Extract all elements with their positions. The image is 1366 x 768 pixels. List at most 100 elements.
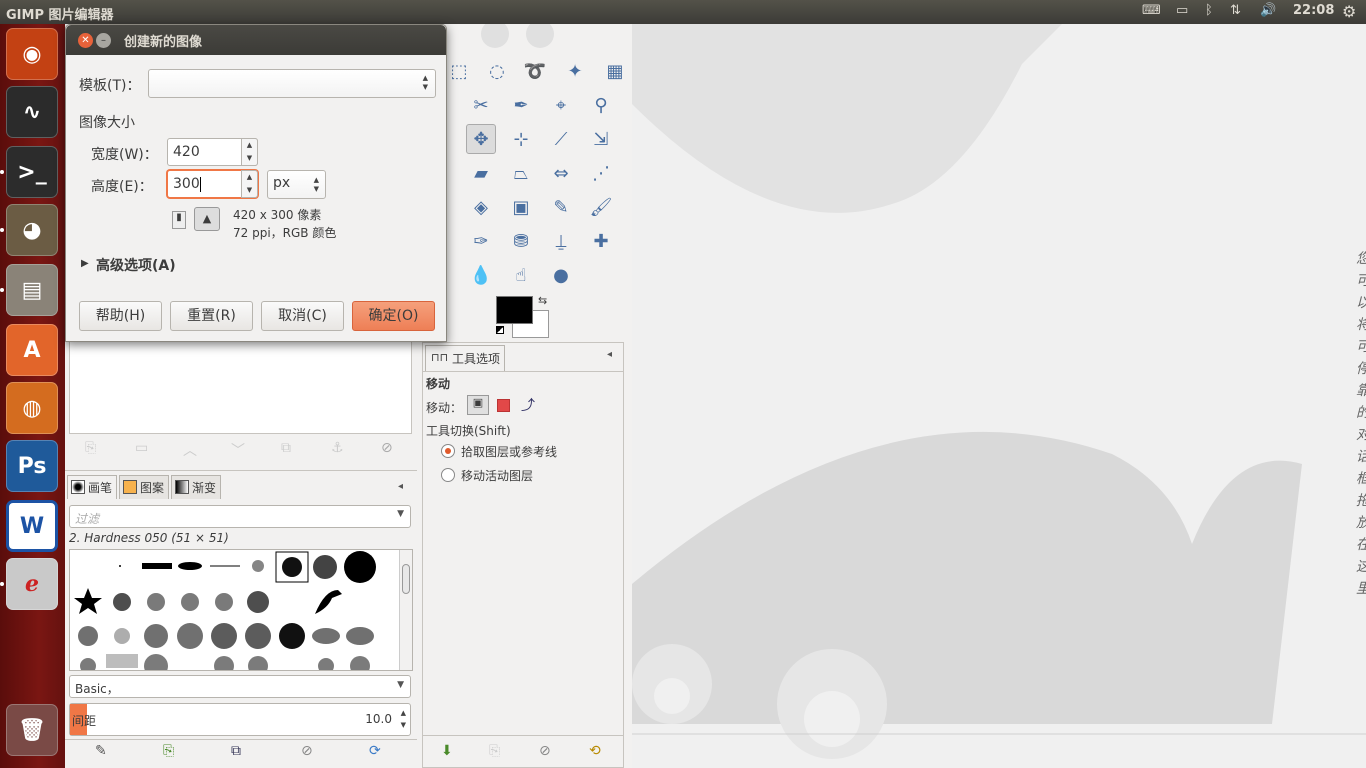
panel-menu-icon[interactable]: ◂ (607, 349, 612, 360)
lower-layer-icon[interactable]: ﹀ (231, 440, 245, 460)
pick-layer-radio[interactable] (441, 444, 455, 458)
cancel-button[interactable]: 取消(C) (261, 301, 344, 331)
new-brush-icon[interactable]: ⎘ (163, 743, 174, 759)
delete-layer-icon[interactable]: ⊘ (381, 440, 393, 456)
battery-icon[interactable]: ▭ (1176, 3, 1188, 18)
network-icon[interactable]: ⇅ (1230, 3, 1241, 18)
ink-icon[interactable]: ⛃ (506, 226, 536, 256)
bluetooth-icon[interactable]: ᛒ (1205, 3, 1213, 18)
delete-brush-icon[interactable]: ⊘ (301, 743, 313, 759)
landscape-icon[interactable]: ▲ (194, 207, 220, 231)
height-input[interactable]: 300 ▲ ▼ (167, 170, 258, 198)
help-button[interactable]: 帮助(H) (79, 301, 162, 331)
brush-tag-entry[interactable]: Basic， ▼ (69, 675, 411, 698)
zoom-icon[interactable]: ⚲ (586, 90, 616, 120)
tab-patterns[interactable]: 图案 (119, 475, 169, 499)
brush-filter-input[interactable]: 过滤 ▼ (69, 505, 411, 528)
keyboard-icon[interactable]: ⌨ (1142, 3, 1161, 18)
reset-options-icon[interactable]: ⟲ (589, 743, 601, 759)
move-selection-icon[interactable] (497, 399, 510, 412)
restore-options-icon[interactable]: ⎘ (489, 743, 500, 759)
paintbrush-icon[interactable]: 🖌 (586, 192, 616, 222)
color-select-icon[interactable]: ▦ (600, 56, 630, 86)
reset-button[interactable]: 重置(R) (170, 301, 253, 331)
raise-layer-icon[interactable]: ︿ (183, 440, 197, 460)
new-layer-group-icon[interactable]: ▭ (135, 440, 148, 456)
volume-icon[interactable]: 🔊 (1260, 3, 1276, 18)
airbrush-icon[interactable]: ✑ (466, 226, 496, 256)
move-layer-icon[interactable]: ▣ (467, 395, 489, 415)
spacing-stepper-icon[interactable]: ▲ ▼ (401, 707, 406, 731)
move-tool-icon[interactable]: ✥ (466, 124, 496, 154)
ellipse-select-icon[interactable]: ◌ (482, 56, 512, 86)
duplicate-brush-icon[interactable]: ⧉ (231, 743, 241, 759)
launcher-gimp-icon[interactable]: ◕ (6, 204, 58, 256)
minimize-icon[interactable]: – (96, 33, 111, 48)
scrollbar-thumb[interactable] (402, 564, 410, 594)
clock[interactable]: 22:08 (1293, 3, 1334, 18)
launcher-trash-icon[interactable]: 🗑 (6, 704, 58, 756)
launcher-photoshop-icon[interactable]: Ps (6, 440, 58, 492)
free-select-icon[interactable]: ➰ (520, 56, 550, 86)
paths-icon[interactable]: ✒ (506, 90, 536, 120)
clone-icon[interactable]: ⍊ (546, 226, 576, 256)
launcher-ubuntu-dash-icon[interactable]: ◉ (6, 28, 58, 80)
launcher-software-center-icon[interactable]: A (6, 324, 58, 376)
launcher-system-monitor-icon[interactable]: ∿ (6, 86, 58, 138)
launcher-files-icon[interactable]: ▤ (6, 264, 58, 316)
dodge-icon[interactable]: ● (546, 260, 576, 290)
edit-brush-icon[interactable]: ✎ (95, 743, 107, 759)
tab-tool-options[interactable]: ⊓⊓ 工具选项 (425, 345, 505, 371)
crop-icon[interactable]: ⟋ (546, 124, 576, 154)
settings-gear-icon[interactable]: ⚙ (1342, 2, 1356, 21)
tab-gradients[interactable]: 渐变 (171, 475, 221, 499)
fuzzy-select-icon[interactable]: ✦ (560, 56, 590, 86)
foreground-color-swatch[interactable] (496, 296, 533, 324)
width-stepper-icon[interactable]: ▲ ▼ (241, 138, 258, 166)
spacing-slider[interactable]: 间距 10.0 ▲ ▼ (69, 703, 411, 736)
refresh-brushes-icon[interactable]: ⟳ (369, 743, 381, 759)
launcher-wps-writer-icon[interactable]: W (6, 500, 58, 552)
anchor-layer-icon[interactable]: ⚓ (331, 440, 344, 456)
color-picker-icon[interactable]: ⌖ (546, 90, 576, 120)
ok-button[interactable]: 确定(O) (352, 301, 435, 331)
pencil-icon[interactable]: ✎ (546, 192, 576, 222)
tab-brushes[interactable]: 画笔 (67, 475, 117, 499)
close-icon[interactable]: ✕ (78, 33, 93, 48)
rect-select-icon[interactable]: ⬚ (444, 56, 474, 86)
brush-grid[interactable] (69, 549, 413, 671)
chevron-down-icon[interactable]: ▼ (397, 509, 404, 519)
brush-grid-scrollbar[interactable] (399, 550, 412, 670)
move-path-icon[interactable]: ⤴ (521, 395, 535, 415)
bucket-fill-icon[interactable]: ◈ (466, 192, 496, 222)
portrait-icon[interactable]: ▮ (172, 211, 186, 229)
template-combo[interactable]: ▲ ▼ (148, 69, 436, 98)
blur-icon[interactable]: 💧 (466, 260, 496, 290)
launcher-terminal-icon[interactable]: >_ (6, 146, 58, 198)
panel-menu-icon[interactable]: ◂ (398, 481, 403, 492)
save-options-icon[interactable]: ⬇ (441, 743, 453, 759)
width-input[interactable]: 420 ▲ ▼ (167, 138, 258, 166)
height-stepper-icon[interactable]: ▲ ▼ (241, 170, 258, 198)
expander-arrow-icon[interactable]: ▶ (81, 258, 89, 269)
cage-icon[interactable]: ⋰ (586, 158, 616, 188)
rotate-icon[interactable]: ⇲ (586, 124, 616, 154)
new-layer-icon[interactable]: ⎘ (85, 440, 96, 456)
flip-icon[interactable]: ⇔ (546, 158, 576, 188)
blend-icon[interactable]: ▣ (506, 192, 536, 222)
chevron-down-icon[interactable]: ▼ (397, 680, 404, 690)
unit-combo[interactable]: px ▲ ▼ (267, 170, 326, 199)
delete-options-icon[interactable]: ⊘ (539, 743, 551, 759)
launcher-document-viewer-icon[interactable]: ℯ (6, 558, 58, 610)
default-colors-icon[interactable] (496, 326, 504, 334)
move-active-layer-radio[interactable] (441, 468, 455, 482)
swap-colors-icon[interactable]: ⇆ (538, 294, 547, 307)
scale-icon[interactable]: ▰ (466, 158, 496, 188)
advanced-options-expander[interactable]: 高级选项(A) (96, 255, 176, 275)
align-icon[interactable]: ⊹ (506, 124, 536, 154)
launcher-firefox-icon[interactable]: ◍ (6, 382, 58, 434)
duplicate-layer-icon[interactable]: ⧉ (281, 440, 291, 456)
shear-icon[interactable]: ⏢ (506, 158, 536, 188)
smudge-icon[interactable]: ☝ (506, 260, 536, 290)
scissors-select-icon[interactable]: ✂ (466, 90, 496, 120)
